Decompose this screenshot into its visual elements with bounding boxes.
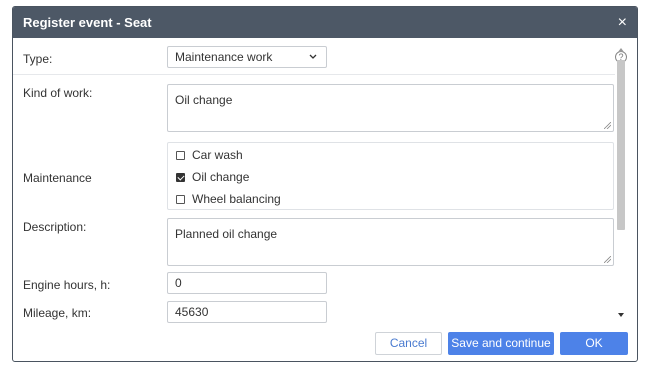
type-select[interactable]: Maintenance work	[167, 46, 327, 68]
kind-of-work-value: Oil change	[175, 93, 233, 107]
ok-button[interactable]: OK	[560, 331, 628, 355]
kind-of-work-textarea[interactable]: Oil change	[167, 84, 614, 132]
checkbox-label: Wheel balancing	[192, 192, 281, 206]
engine-hours-value: 0	[175, 276, 182, 290]
dialog-title: Register event - Seat	[23, 15, 152, 30]
description-label: Description:	[23, 220, 87, 234]
description-textarea[interactable]: Planned oil change	[167, 218, 614, 266]
engine-hours-input[interactable]: 0	[167, 272, 327, 294]
close-icon[interactable]: ×	[618, 14, 627, 31]
checkbox-wheel-balancing[interactable]: Wheel balancing	[176, 192, 281, 206]
resize-handle-icon[interactable]	[604, 256, 611, 263]
kind-of-work-label: Kind of work:	[23, 86, 93, 100]
mileage-value: 45630	[175, 305, 209, 319]
scroll-down-icon[interactable]	[618, 313, 624, 317]
save-and-continue-button[interactable]: Save and continue	[448, 331, 554, 355]
dialog-body: Type: Maintenance work ? Kind of work: O…	[13, 38, 637, 325]
checkbox-icon[interactable]	[176, 194, 185, 204]
dialog-titlebar: Register event - Seat ×	[13, 7, 637, 38]
engine-hours-label: Engine hours, h:	[23, 278, 111, 292]
type-select-value: Maintenance work	[175, 50, 273, 64]
type-label: Type:	[23, 52, 53, 66]
checkbox-label: Car wash	[192, 148, 243, 162]
register-event-dialog: Register event - Seat × Type: Maintenanc…	[12, 6, 638, 362]
maintenance-label: Maintenance	[23, 171, 92, 185]
resize-handle-icon[interactable]	[604, 122, 611, 129]
dialog-footer: Cancel Save and continue OK	[13, 325, 637, 361]
checkbox-car-wash[interactable]: Car wash	[176, 148, 243, 162]
cancel-button[interactable]: Cancel	[375, 331, 442, 355]
scroll-up-icon[interactable]	[618, 48, 624, 52]
checkbox-checked-icon[interactable]	[176, 172, 185, 182]
scrollbar-thumb[interactable]	[617, 60, 625, 230]
divider	[13, 74, 615, 75]
checkbox-icon[interactable]	[176, 150, 185, 160]
description-value: Planned oil change	[175, 227, 278, 241]
chevron-down-icon	[309, 54, 317, 59]
checkbox-label: Oil change	[192, 170, 250, 184]
mileage-input[interactable]: 45630	[167, 301, 327, 323]
maintenance-checkbox-group: Car wash Oil change Wheel balancing	[167, 142, 614, 210]
checkbox-oil-change[interactable]: Oil change	[176, 170, 249, 184]
mileage-label: Mileage, km:	[23, 306, 92, 320]
scrollbar[interactable]	[616, 44, 627, 319]
